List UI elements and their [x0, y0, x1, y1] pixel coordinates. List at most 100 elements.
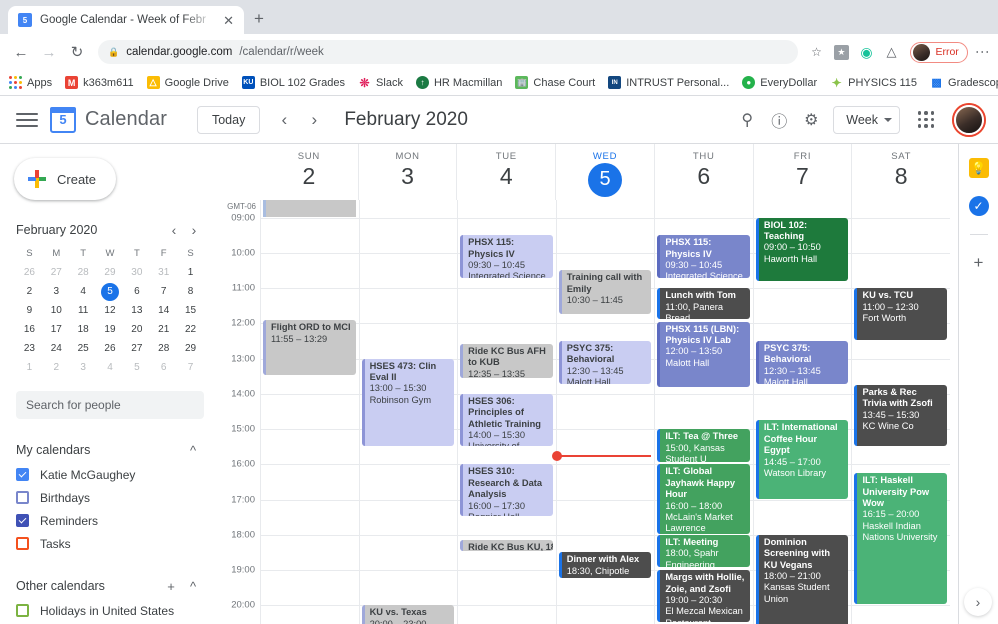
next-week-button[interactable]: › — [300, 106, 328, 134]
bookmark-chase-court[interactable]: 🏢 Chase Court — [515, 76, 595, 89]
day-header-sun[interactable]: SUN 2 — [260, 144, 358, 200]
calendar-event[interactable]: HSES 306: Principles of Athletic Trainin… — [460, 393, 553, 446]
avatar[interactable] — [954, 104, 984, 135]
day-header-tue[interactable]: TUE 4 — [456, 144, 555, 200]
waffle-icon[interactable] — [910, 104, 942, 136]
day-column-tue[interactable]: PHSX 115: Physics IV 09:30 – 10:45 Integra… — [457, 200, 556, 624]
day-header-mon[interactable]: MON 3 — [357, 144, 457, 200]
mini-cal-day[interactable]: 21 — [150, 320, 177, 339]
day-header-thu[interactable]: THU 6 — [653, 144, 753, 200]
reload-button[interactable]: ↻ — [64, 39, 90, 65]
bookmark-hr-macmillan[interactable]: ↑ HR Macmillan — [415, 76, 502, 89]
mini-cal-day[interactable]: 6 — [123, 282, 150, 301]
browser-tab[interactable]: 5 Google Calendar - Week of Febr ✕ — [8, 6, 244, 34]
calendar-event[interactable]: Margs with Hollie, Zoie, and Zsofi 19:00 … — [657, 570, 750, 622]
calendar-event[interactable]: ILT: Haskell University Pow Wow 16:15 – 2… — [854, 473, 948, 605]
chevron-up-icon[interactable]: ^ — [182, 579, 204, 594]
mini-cal-day[interactable]: 19 — [97, 320, 124, 339]
forward-button[interactable]: → — [36, 39, 62, 65]
mini-calendar-grid[interactable]: S M T W T F S 26 27 28 29 30 31 1 2 3 4 5 6 7 8 9 10 11 12 13 14 15… — [16, 244, 204, 377]
calendar-event[interactable]: Lunch with Tom 11:00, Panera Bread — [657, 288, 750, 319]
mini-cal-day[interactable]: 29 — [177, 339, 204, 358]
extension-icon[interactable]: ★ — [831, 42, 851, 62]
day-columns[interactable]: Flight ORD to MCI 11:55 – 13:29 HSES 473: … — [260, 200, 958, 624]
mini-cal-day[interactable]: 7 — [150, 282, 177, 301]
day-number[interactable]: 3 — [401, 163, 414, 190]
calendar-event[interactable]: ILT: Tea @ Three 15:00, Kansas Student U — [657, 429, 750, 462]
mini-cal-day[interactable]: 13 — [123, 301, 150, 320]
mini-cal-day[interactable]: 3 — [43, 282, 70, 301]
day-number[interactable]: 8 — [895, 163, 908, 190]
calendar-event[interactable]: ILT: Global Jayhawk Happy Hour 16:00 – 18… — [657, 464, 750, 534]
calendar-event[interactable]: PHSX 115 (LBN): Physics IV Lab 12:00 – 13… — [657, 321, 750, 387]
help-icon[interactable]: ⓘ — [763, 104, 795, 136]
star-icon[interactable]: ☆ — [806, 42, 826, 62]
mini-cal-day[interactable]: 11 — [70, 301, 97, 320]
bookmark-apps[interactable]: Apps — [9, 76, 52, 89]
mini-next-button[interactable]: › — [184, 222, 204, 238]
day-number[interactable]: 4 — [500, 163, 513, 190]
calendar-event[interactable]: ILT: International Coffee Hour Egypt 14:4… — [755, 420, 849, 499]
checkbox[interactable] — [16, 514, 29, 527]
expand-panel-button[interactable]: › — [964, 588, 992, 616]
mini-cal-day[interactable]: 6 — [150, 358, 177, 377]
mini-cal-day[interactable]: 20 — [123, 320, 150, 339]
plus-icon[interactable]: + — [974, 253, 984, 273]
checkbox[interactable] — [16, 491, 29, 504]
mini-cal-day[interactable]: 16 — [16, 320, 43, 339]
mini-cal-day[interactable]: 12 — [97, 301, 124, 320]
mini-cal-day[interactable]: 28 — [150, 339, 177, 358]
day-column-thu[interactable]: PHSX 115: Physics IV 09:30 – 10:45 Integra… — [654, 200, 753, 624]
bookmark-physics-115[interactable]: ✦ PHYSICS 115 — [830, 76, 917, 90]
bookmark-intrust-personal[interactable]: IN INTRUST Personal... — [608, 76, 729, 89]
calendar-event[interactable]: KU vs. Texas20:00 – 23:00Allen Fieldhous… — [361, 605, 455, 624]
bookmark-slack[interactable]: ❊ Slack — [358, 76, 403, 90]
bookmark-biol-102-grades[interactable]: KU BIOL 102 Grades — [241, 76, 345, 89]
mini-cal-day[interactable]: 4 — [70, 282, 97, 301]
chevron-up-icon[interactable]: ^ — [182, 443, 204, 458]
day-column-mon[interactable]: HSES 473: Clin Eval II 13:00 – 15:30 Robin… — [358, 200, 458, 624]
mini-cal-day[interactable]: 17 — [43, 320, 70, 339]
day-number[interactable]: 2 — [302, 163, 315, 190]
kebab-menu-icon[interactable]: ⋮ — [975, 45, 991, 59]
mini-cal-day[interactable]: 31 — [150, 263, 177, 282]
day-header-sat[interactable]: SAT 8 — [851, 144, 950, 200]
day-column-sat[interactable]: KU vs. TCU 11:00 – 12:30 Fort Worth Parks &… — [851, 200, 951, 624]
mini-cal-day[interactable]: 29 — [97, 263, 124, 282]
address-bar[interactable]: 🔒 calendar.google.com/calendar/r/week — [98, 40, 799, 64]
my-calendar-item[interactable]: Tasks — [16, 532, 204, 555]
calendar-event[interactable]: PHSX 115: Physics IV 09:30 – 10:45 Integra… — [657, 235, 750, 279]
mini-cal-day[interactable]: 1 — [16, 358, 43, 377]
calendar-event[interactable]: ILT: Meeting 18:00, Spahr Engineering — [657, 534, 750, 568]
bookmark-google-drive[interactable]: △ Google Drive — [146, 76, 229, 89]
mini-cal-day[interactable]: 2 — [43, 358, 70, 377]
calendar-event[interactable]: KU vs. TCU 11:00 – 12:30 Fort Worth — [854, 288, 948, 340]
day-number[interactable]: 5 — [588, 163, 623, 197]
day-column-fri[interactable]: BIOL 102: Teaching 09:00 – 10:50 Haworth H… — [752, 200, 852, 624]
my-calendar-item[interactable]: Birthdays — [16, 486, 204, 509]
close-icon[interactable]: ✕ — [223, 14, 234, 27]
back-button[interactable]: ← — [8, 39, 34, 65]
bookmark-gradescope[interactable]: ▩ Gradescope — [930, 76, 998, 89]
mini-cal-day[interactable]: 27 — [43, 263, 70, 282]
profile-error-pill[interactable]: Error — [910, 41, 968, 63]
mini-cal-day[interactable]: 7 — [177, 358, 204, 377]
search-icon[interactable]: ⚲ — [731, 104, 763, 136]
gear-icon[interactable]: ⚙ — [795, 104, 827, 136]
calendar-event[interactable]: PHSX 115: Physics IV 09:30 – 10:45 Integra… — [460, 235, 553, 279]
plus-icon[interactable]: + — [160, 579, 182, 594]
hamburger-icon[interactable] — [16, 112, 38, 127]
calendar-event[interactable]: Ride KC Bus AFH to KUB 12:35 – 13:35 — [460, 343, 553, 379]
my-calendar-item[interactable]: Reminders — [16, 509, 204, 532]
create-button[interactable]: Create — [14, 158, 116, 200]
day-number[interactable]: 7 — [796, 163, 809, 190]
prev-week-button[interactable]: ‹ — [270, 106, 298, 134]
calendar-event[interactable]: BIOL 102: Teaching 09:00 – 10:50 Haworth H… — [755, 217, 849, 282]
drive-icon[interactable]: △ — [881, 42, 901, 62]
mini-cal-day[interactable]: 26 — [97, 339, 124, 358]
view-selector[interactable]: Week — [833, 105, 900, 134]
google-keep-icon[interactable]: 💡 — [968, 158, 989, 178]
mini-cal-day[interactable]: 18 — [70, 320, 97, 339]
day-column-sun[interactable]: Flight ORD to MCI 11:55 – 13:29 — [260, 200, 359, 624]
mini-cal-day[interactable]: 15 — [177, 301, 204, 320]
